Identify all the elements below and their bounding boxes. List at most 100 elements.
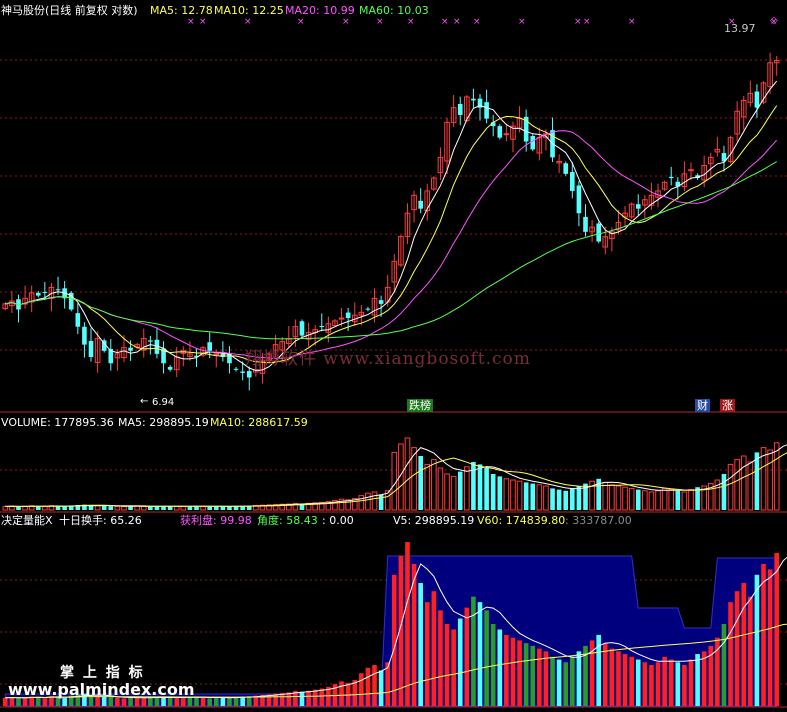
ma5-legend: MA5: 12.78: [150, 4, 213, 17]
candle-body-down: [42, 291, 48, 293]
top-marker-diamond-icon: ◇: [770, 15, 778, 26]
volume-bar-up: [688, 489, 694, 511]
candle-body-down: [246, 371, 252, 378]
volume-bar-up: [648, 491, 655, 511]
candle-body-down: [471, 98, 476, 101]
volume-bar-up: [200, 505, 206, 511]
volume-bar-up: [516, 480, 523, 511]
volume-bar-down: [635, 489, 641, 510]
indicator-bar: [477, 602, 483, 706]
volume-bar-up: [536, 484, 543, 511]
indicator-bar: [748, 596, 753, 706]
indicator-bar: [761, 563, 766, 706]
volume-legend: VOLUME: 177895.36: [1, 416, 114, 429]
top-marker-icon: ×: [574, 17, 582, 27]
v60-legend: V60: 174839.80: [477, 514, 566, 527]
volume-bar-down: [675, 490, 681, 510]
candle-body-down: [596, 223, 601, 242]
volume-bar-down: [497, 476, 503, 510]
volume-bar-down: [721, 474, 727, 510]
volume-bar-up: [424, 463, 431, 511]
indicator-bar: [734, 591, 740, 706]
indicator-bar: [602, 643, 608, 706]
volume-bar-down: [62, 506, 67, 510]
low-price-label: 6.94: [152, 397, 175, 408]
indicator-bar: [451, 629, 456, 706]
volume-bar-up: [431, 459, 437, 511]
top-marker-icon: ×: [583, 17, 591, 27]
volume-bar-down: [418, 456, 423, 510]
indicator-bar: [675, 662, 681, 706]
candle-body-down: [365, 308, 371, 310]
volume-bar-up: [622, 486, 628, 511]
indicator-bar: [207, 698, 212, 706]
volume-bar-up: [2, 505, 9, 511]
volume-bar-up: [740, 455, 747, 511]
volume-bar-up: [661, 487, 668, 511]
candle-body-down: [240, 371, 245, 373]
volume-bar-up: [615, 485, 622, 511]
volume-bar-up: [437, 467, 444, 511]
volume-bar-up: [747, 461, 754, 511]
volume-bar-up: [734, 459, 740, 511]
candle-body-down: [457, 104, 463, 115]
volume-bar-down: [563, 490, 569, 510]
volume-bar-up: [655, 490, 661, 511]
volume-bar-up: [371, 491, 378, 511]
volume-bar-up: [760, 447, 767, 511]
watermark-xiangbo: 翔博软件 www.xiangbosoft.com: [245, 349, 531, 369]
indicator-bar: [299, 691, 305, 706]
indicator-bar: [510, 637, 516, 706]
indicator-bar: [319, 688, 325, 706]
volume-bar-down: [570, 488, 575, 510]
indicator-bar: [629, 656, 634, 706]
indicator-bar: [767, 569, 773, 706]
indicator-bar: [220, 697, 226, 706]
top-marker-icon: ×: [453, 17, 461, 27]
volume-bar-down: [108, 506, 114, 510]
indicator-bar: [622, 654, 628, 706]
candle-body-down: [75, 313, 81, 327]
indicator-bar: [649, 665, 654, 706]
volume-bar-down: [754, 452, 760, 510]
indicator-bar: [543, 651, 549, 706]
indicator-bar: [2, 697, 8, 706]
volume-bar-up: [365, 492, 371, 511]
indicator-bar: [372, 665, 377, 706]
indicator-bar: [464, 607, 470, 706]
volume-bar-up: [404, 437, 411, 511]
angle-legend: 角度: 58.43: [257, 514, 318, 527]
top-marker-icon: ×: [187, 17, 195, 27]
candle-body-up: [213, 353, 220, 356]
top-marker-icon: ×: [407, 17, 415, 27]
indicator-bar: [16, 698, 21, 706]
indicator-bar: [523, 643, 529, 706]
indicator-bar: [550, 656, 555, 706]
volume-bar-down: [484, 468, 489, 510]
candle-body-down: [167, 366, 173, 370]
candle-body-down: [233, 368, 239, 370]
top-marker-icon: ×: [441, 17, 449, 27]
indicator-bar: [141, 697, 147, 706]
volume-bar-up: [602, 481, 609, 511]
indicator-bar: [484, 610, 489, 706]
indicator-bar: [286, 692, 292, 706]
indicator-bar: [378, 670, 384, 706]
indicator-bar: [200, 697, 206, 706]
candle-body-down: [754, 91, 760, 108]
indicator-bar: [431, 591, 437, 706]
volume-bar-down: [128, 506, 133, 510]
ma60-line: [5, 161, 777, 340]
indicator-bar: [438, 610, 443, 706]
candle-body-down: [497, 126, 503, 138]
indicator-bar: [662, 656, 667, 706]
volume-bar-down: [378, 494, 384, 510]
candle-body-down: [220, 353, 226, 357]
watermark-palm-top: 掌 上 指 标: [60, 665, 145, 681]
badge-dieban: 跌榜: [407, 399, 433, 412]
volume-bar-down: [220, 506, 226, 510]
volume-bar-up: [180, 506, 187, 511]
volume-bar-up: [450, 475, 457, 511]
top-marker-icon: ×: [342, 17, 350, 27]
volume-bar-up: [767, 449, 773, 511]
